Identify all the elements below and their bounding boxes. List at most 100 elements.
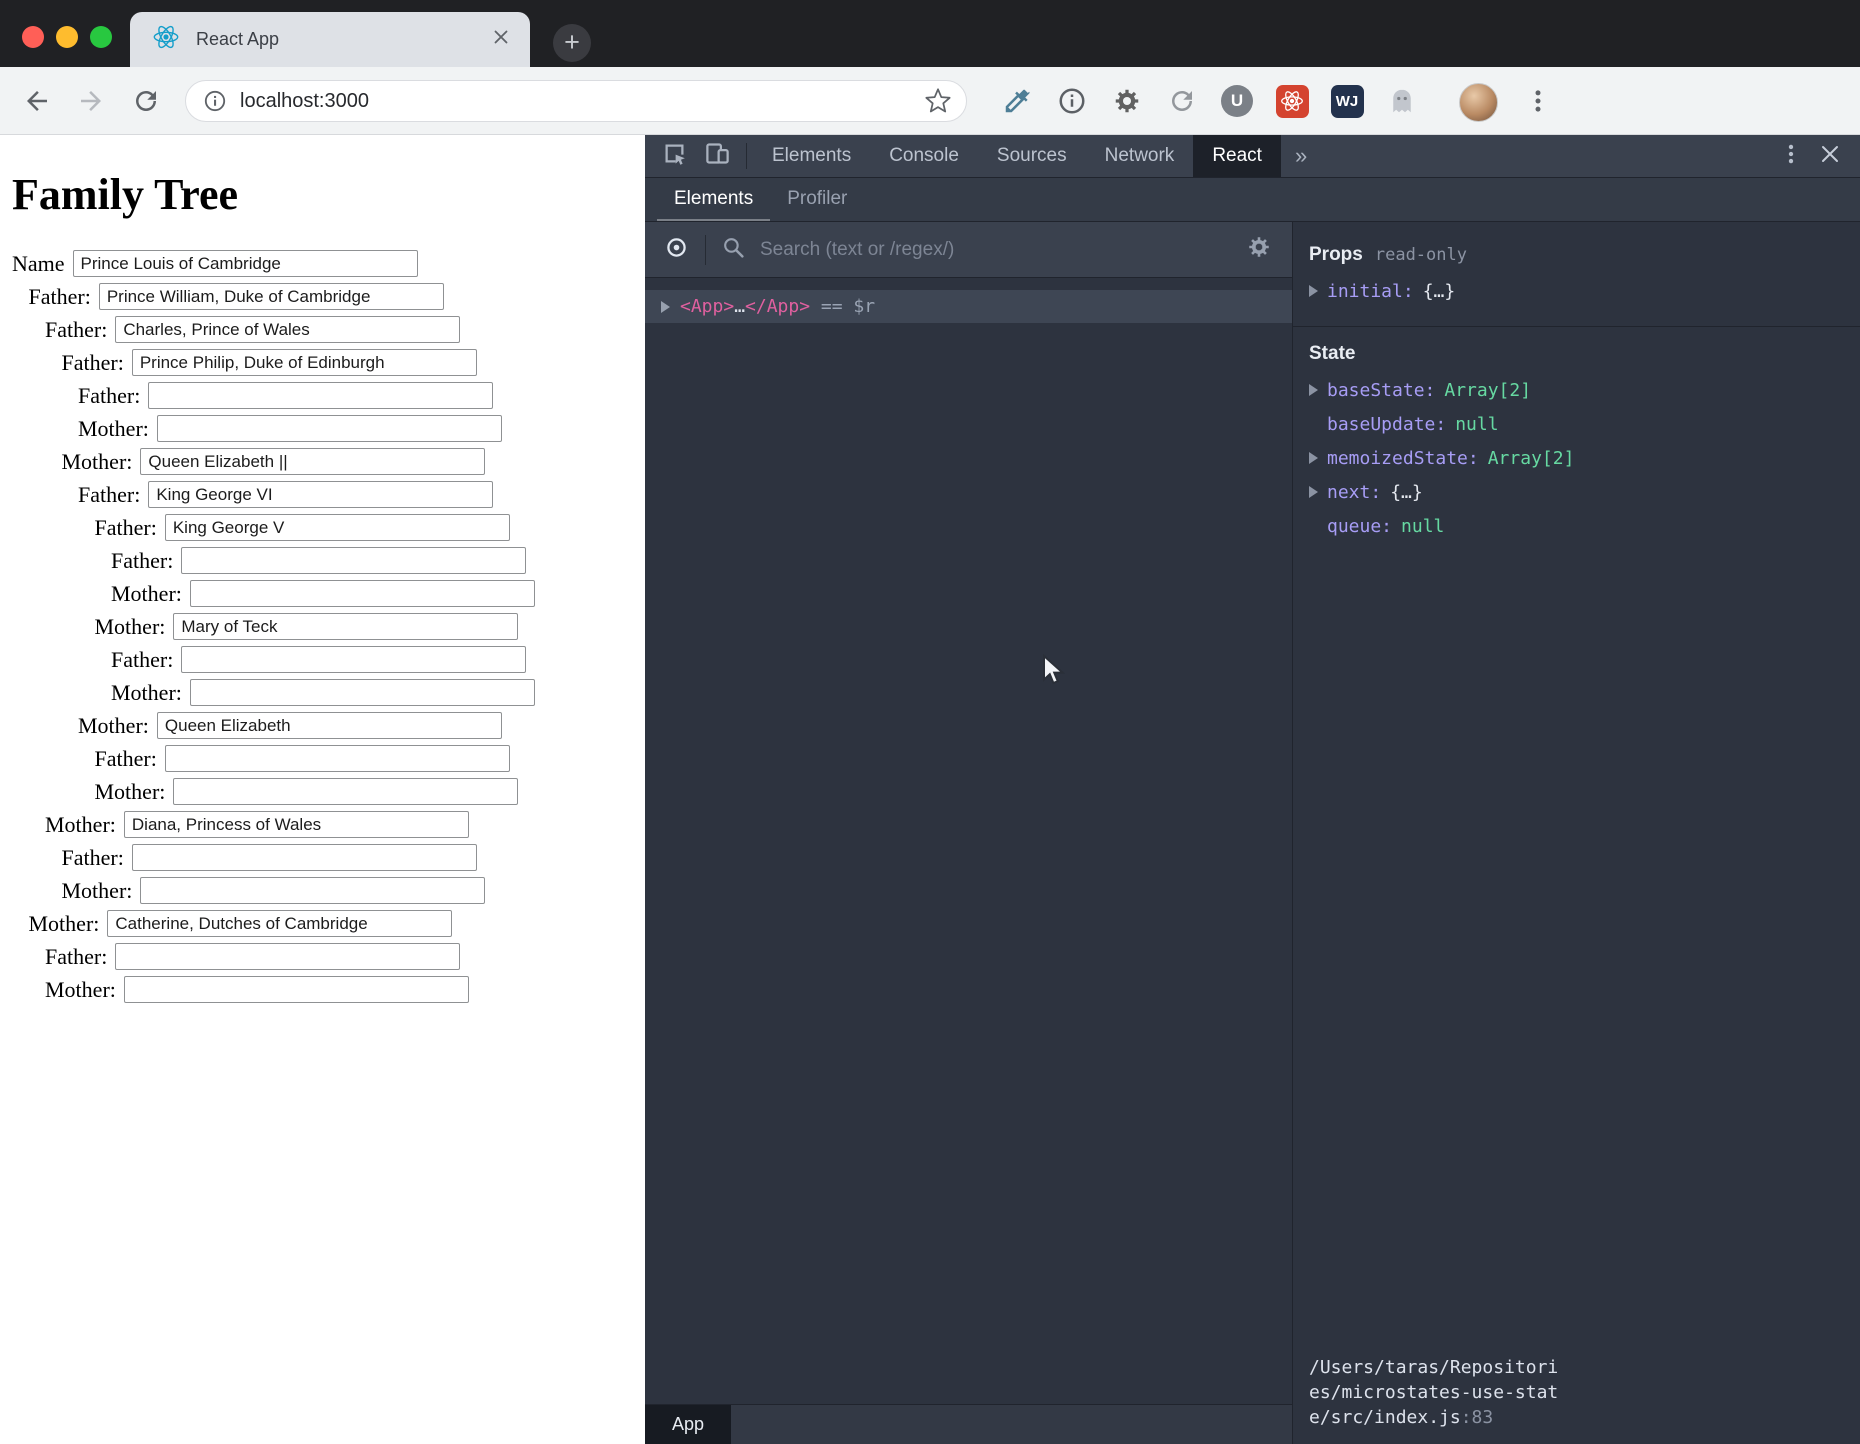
window-minimize-button[interactable] (56, 26, 78, 48)
field-input[interactable] (181, 646, 526, 673)
page-content: Family Tree Name Father: Father: Father:… (0, 135, 645, 1444)
field-input[interactable] (165, 514, 510, 541)
field-input[interactable] (107, 910, 452, 937)
expand-arrow-icon[interactable] (661, 301, 670, 313)
reload-button-icon[interactable] (131, 86, 161, 116)
field-input[interactable] (190, 679, 535, 706)
component-search-input[interactable] (758, 238, 1246, 262)
window-close-button[interactable] (22, 26, 44, 48)
browser-menu-icon[interactable] (1523, 86, 1553, 116)
devtools-tab-react[interactable]: React (1193, 135, 1281, 177)
entry-value: null (1401, 516, 1444, 537)
field-input[interactable] (124, 811, 469, 838)
field-input[interactable] (157, 415, 502, 442)
tab-close-icon[interactable] (490, 26, 512, 53)
entry-key: baseUpdate: (1327, 414, 1446, 435)
entry-key: next: (1327, 482, 1381, 503)
browser-tab[interactable]: React App (130, 12, 530, 67)
tree-row-app[interactable]: <App>…</App> == $r (645, 290, 1292, 323)
inspect-element-icon[interactable] (661, 140, 688, 172)
devtools-menu-icon[interactable] (1778, 141, 1804, 172)
react-devtools-extension-icon[interactable] (1275, 84, 1309, 118)
profile-avatar[interactable] (1459, 83, 1498, 122)
new-tab-button[interactable]: + (553, 24, 591, 62)
props-title: Props (1309, 244, 1363, 266)
field-input[interactable] (148, 382, 493, 409)
gear-extension-icon[interactable] (1110, 84, 1144, 118)
sidebar-entry[interactable]: queue: null (1309, 509, 1860, 543)
expand-arrow-icon[interactable] (1309, 384, 1318, 396)
field-input[interactable] (190, 580, 535, 607)
address-bar[interactable]: localhost:3000 (185, 80, 967, 122)
field-input[interactable] (115, 943, 460, 970)
field-input[interactable] (173, 613, 518, 640)
field-input[interactable] (132, 844, 477, 871)
field-label: Father: (62, 350, 124, 376)
source-location-link[interactable]: /Users/taras/Repositories/microstates-us… (1309, 1355, 1561, 1430)
family-field-row: Father: (62, 844, 646, 871)
devtools-tab-network[interactable]: Network (1086, 135, 1194, 177)
entry-key: baseState: (1327, 380, 1435, 401)
u-extension-icon[interactable]: U (1220, 84, 1254, 118)
back-button-icon[interactable] (22, 86, 52, 116)
sidebar-entry[interactable]: memoizedState: Array[2] (1309, 441, 1860, 475)
site-info-icon[interactable] (202, 88, 228, 114)
window-zoom-button[interactable] (90, 26, 112, 48)
field-label: Mother: (111, 680, 182, 706)
field-input[interactable] (173, 778, 518, 805)
info-extension-icon[interactable] (1055, 84, 1089, 118)
field-input[interactable] (132, 349, 477, 376)
device-toolbar-icon[interactable] (704, 140, 731, 172)
field-input[interactable] (73, 250, 418, 277)
family-field-row: Mother: (29, 910, 646, 937)
field-label: Father: (45, 944, 107, 970)
refresh-extension-icon[interactable] (1165, 84, 1199, 118)
field-input[interactable] (124, 976, 469, 1003)
entry-key: initial: (1327, 281, 1414, 302)
field-label: Father: (111, 647, 173, 673)
expand-arrow-icon[interactable] (1309, 285, 1318, 297)
field-input[interactable] (181, 547, 526, 574)
entry-value: null (1455, 414, 1498, 435)
url-text[interactable]: localhost:3000 (240, 90, 924, 113)
devtools-tab-elements[interactable]: Elements (753, 135, 870, 177)
react-panel-tab-elements[interactable]: Elements (657, 178, 770, 221)
field-input[interactable] (157, 712, 502, 739)
field-input[interactable] (148, 481, 493, 508)
react-panel-tab-profiler[interactable]: Profiler (770, 178, 864, 221)
settings-gear-icon[interactable] (1246, 234, 1272, 265)
field-input[interactable] (99, 283, 444, 310)
family-field-row: Father: (62, 349, 646, 376)
devtools-tab-console[interactable]: Console (870, 135, 978, 177)
expand-arrow-icon[interactable] (1309, 486, 1318, 498)
sidebar-entry[interactable]: initial: {…} (1309, 274, 1860, 308)
wj-extension-icon[interactable]: WJ (1330, 84, 1364, 118)
field-label: Mother: (95, 614, 166, 640)
sidebar-entry[interactable]: baseState: Array[2] (1309, 373, 1860, 407)
ghost-extension-icon[interactable] (1385, 84, 1419, 118)
owner-item-app[interactable]: App (645, 1405, 731, 1444)
field-input[interactable] (115, 316, 460, 343)
field-input[interactable] (165, 745, 510, 772)
field-input[interactable] (140, 448, 485, 475)
props-read-only-label: read-only (1375, 245, 1467, 265)
entry-value: {…} (1390, 482, 1423, 503)
eyedropper-extension-icon[interactable] (1000, 84, 1034, 118)
select-component-icon[interactable] (663, 234, 690, 266)
sidebar-entry[interactable]: next: {…} (1309, 475, 1860, 509)
traffic-lights (22, 26, 112, 48)
family-field-row: Father: (45, 943, 645, 970)
devtools-close-icon[interactable] (1818, 142, 1842, 171)
bookmark-star-icon[interactable] (924, 87, 952, 115)
more-tabs-chevron[interactable]: » (1281, 135, 1321, 177)
forward-button-icon[interactable] (76, 86, 106, 116)
sidebar-entry[interactable]: baseUpdate: null (1309, 407, 1860, 441)
field-label: Name (12, 251, 65, 277)
family-field-row: Mother: (78, 415, 645, 442)
devtools-tab-sources[interactable]: Sources (978, 135, 1086, 177)
field-label: Father: (95, 746, 157, 772)
entry-value: {…} (1423, 281, 1456, 302)
expand-arrow-icon[interactable] (1309, 452, 1318, 464)
field-input[interactable] (140, 877, 485, 904)
props-section-header: Props read-only (1293, 222, 1860, 266)
